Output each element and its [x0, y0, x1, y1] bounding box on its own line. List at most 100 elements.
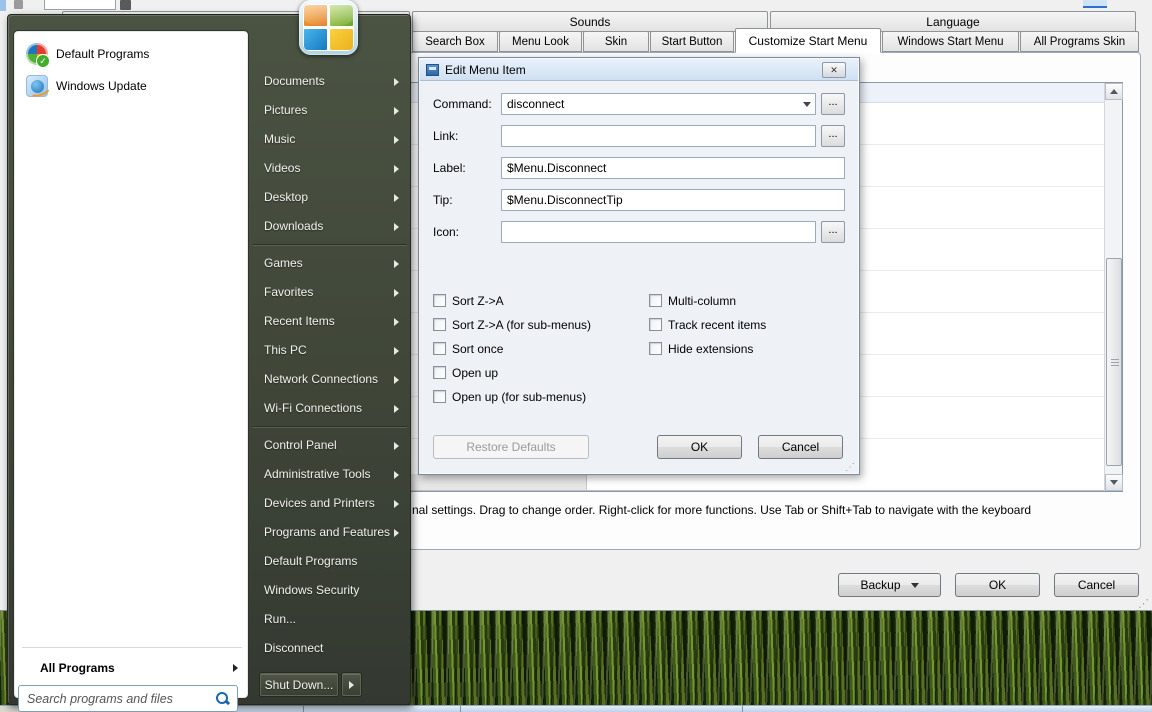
shut-down-options-button[interactable] — [342, 673, 361, 696]
start-menu-item[interactable]: Windows Security — [249, 576, 411, 605]
dialog-cancel-button[interactable]: Cancel — [758, 435, 843, 459]
search-box[interactable] — [18, 685, 238, 712]
checkbox-option[interactable]: Sort Z->A — [433, 294, 591, 307]
toolbar-search-input[interactable] — [44, 0, 116, 10]
start-menu-item[interactable]: Administrative Tools — [249, 460, 411, 489]
browse-button[interactable]: ... — [821, 125, 845, 147]
tab[interactable]: Skin — [583, 31, 649, 52]
checkbox[interactable] — [433, 390, 446, 403]
toolbar-icon[interactable] — [14, 0, 23, 9]
checkbox-label: Multi-column — [668, 294, 736, 308]
checkbox[interactable] — [433, 318, 446, 331]
field-input[interactable]: $Menu.Disconnect — [501, 157, 845, 179]
tab[interactable]: Search Box — [412, 31, 498, 52]
ok-button[interactable]: OK — [955, 573, 1040, 597]
start-menu-item[interactable]: Programs and Features — [249, 518, 411, 547]
item-label: Run... — [264, 605, 399, 634]
checkbox-option[interactable]: Open up — [433, 366, 591, 379]
start-menu-item[interactable]: Games — [249, 249, 411, 278]
checkbox-option[interactable]: Sort Z->A (for sub-menus) — [433, 318, 591, 331]
field-input[interactable]: $Menu.DisconnectTip — [501, 189, 845, 211]
all-programs-item[interactable]: All Programs — [14, 653, 250, 683]
tab[interactable]: Windows Start Menu — [882, 31, 1019, 52]
start-menu-item[interactable]: Pictures — [249, 96, 411, 125]
toolbar-icon[interactable] — [120, 0, 131, 10]
item-label: Disconnect — [264, 634, 399, 663]
tab[interactable]: Customize Start Menu — [735, 28, 881, 53]
submenu-arrow-icon — [394, 347, 399, 355]
start-menu-item[interactable]: Documents — [249, 67, 411, 96]
tab-row-bottom: Search Box Menu Look Skin Start Button C… — [412, 31, 1139, 52]
close-icon[interactable]: ✕ — [822, 62, 846, 78]
item-label: Windows Update — [56, 79, 147, 93]
cancel-button[interactable]: Cancel — [1054, 573, 1139, 597]
submenu-arrow-icon — [394, 500, 399, 508]
submenu-arrow-icon — [394, 136, 399, 144]
browse-button[interactable]: ... — [821, 93, 845, 115]
item-label: Pictures — [264, 96, 394, 125]
dropdown-arrow-icon[interactable] — [798, 94, 815, 114]
start-menu-item-windows-update[interactable]: Windows Update — [20, 71, 242, 101]
checkbox[interactable] — [649, 294, 662, 307]
checkbox-option[interactable]: Open up (for sub-menus) — [433, 390, 591, 403]
field-input[interactable] — [501, 221, 816, 243]
tab[interactable]: Sounds — [412, 11, 768, 32]
start-menu-item[interactable]: Downloads — [249, 212, 411, 241]
start-menu-item[interactable]: Videos — [249, 154, 411, 183]
dialog-ok-button[interactable]: OK — [657, 435, 742, 459]
dialog-fields: Command: disconnect ... Link: ... — [433, 93, 845, 253]
start-menu-item[interactable]: Run... — [249, 605, 411, 634]
field-input[interactable]: disconnect — [501, 93, 816, 115]
checkbox[interactable] — [649, 318, 662, 331]
submenu-arrow-icon — [394, 318, 399, 326]
start-menu-item[interactable]: Default Programs — [249, 547, 411, 576]
item-label: Default Programs — [264, 547, 399, 576]
start-menu-item[interactable]: Devices and Printers — [249, 489, 411, 518]
checkbox-option[interactable]: Multi-column — [649, 294, 766, 307]
help-link-stub[interactable] — [1083, 0, 1107, 8]
start-menu-item[interactable]: Disconnect — [249, 634, 411, 663]
start-menu-item[interactable]: Music — [249, 125, 411, 154]
separator — [253, 244, 407, 246]
shut-down-button[interactable]: Shut Down... — [260, 673, 338, 696]
field-input[interactable] — [501, 125, 816, 147]
scrollbar[interactable] — [1104, 83, 1122, 491]
tab[interactable]: Menu Look — [499, 31, 582, 52]
checkbox-option[interactable]: Hide extensions — [649, 342, 766, 355]
start-menu-right-pane: Documents Pictures Music Videos — [249, 67, 411, 663]
start-menu-item[interactable]: Control Panel — [249, 431, 411, 460]
browse-button[interactable]: ... — [821, 221, 845, 243]
checkbox-option[interactable]: Track recent items — [649, 318, 766, 331]
backup-button[interactable]: Backup — [838, 573, 941, 597]
start-menu-item[interactable]: Wi-Fi Connections — [249, 394, 411, 423]
dialog-titlebar[interactable]: Edit Menu Item — [420, 59, 858, 81]
resize-grip-icon[interactable]: ⋰ — [1138, 597, 1149, 610]
checkbox[interactable] — [433, 342, 446, 355]
start-menu-item[interactable]: This PC — [249, 336, 411, 365]
search-input[interactable] — [25, 691, 216, 707]
start-menu-item[interactable]: Desktop — [249, 183, 411, 212]
start-menu-left-pane: Default Programs Windows Update All Prog… — [13, 30, 249, 699]
field-label: Tip: — [433, 193, 501, 207]
list-row-clipped-cell[interactable] — [586, 474, 1104, 491]
start-button[interactable] — [299, 0, 358, 55]
search-icon[interactable] — [216, 692, 229, 705]
start-menu-item[interactable]: Favorites — [249, 278, 411, 307]
checkbox-option[interactable]: Sort once — [433, 342, 591, 355]
start-menu-item-default-programs[interactable]: Default Programs — [20, 39, 242, 69]
scrollbar-thumb[interactable] — [1106, 258, 1122, 466]
scroll-down-icon[interactable] — [1105, 474, 1123, 491]
start-menu-item[interactable]: Network Connections — [249, 365, 411, 394]
checkbox[interactable] — [433, 366, 446, 379]
scroll-up-icon[interactable] — [1105, 83, 1123, 100]
checkbox[interactable] — [433, 294, 446, 307]
resize-grip-icon[interactable]: ⋰ — [845, 462, 855, 473]
checkbox[interactable] — [649, 342, 662, 355]
item-label: Downloads — [264, 212, 394, 241]
window-edge — [0, 0, 6, 11]
tab[interactable]: Start Button — [650, 31, 734, 52]
item-label: Documents — [264, 67, 394, 96]
start-menu-item[interactable]: Recent Items — [249, 307, 411, 336]
restore-defaults-button[interactable]: Restore Defaults — [433, 435, 589, 459]
tab[interactable]: All Programs Skin — [1020, 31, 1139, 52]
